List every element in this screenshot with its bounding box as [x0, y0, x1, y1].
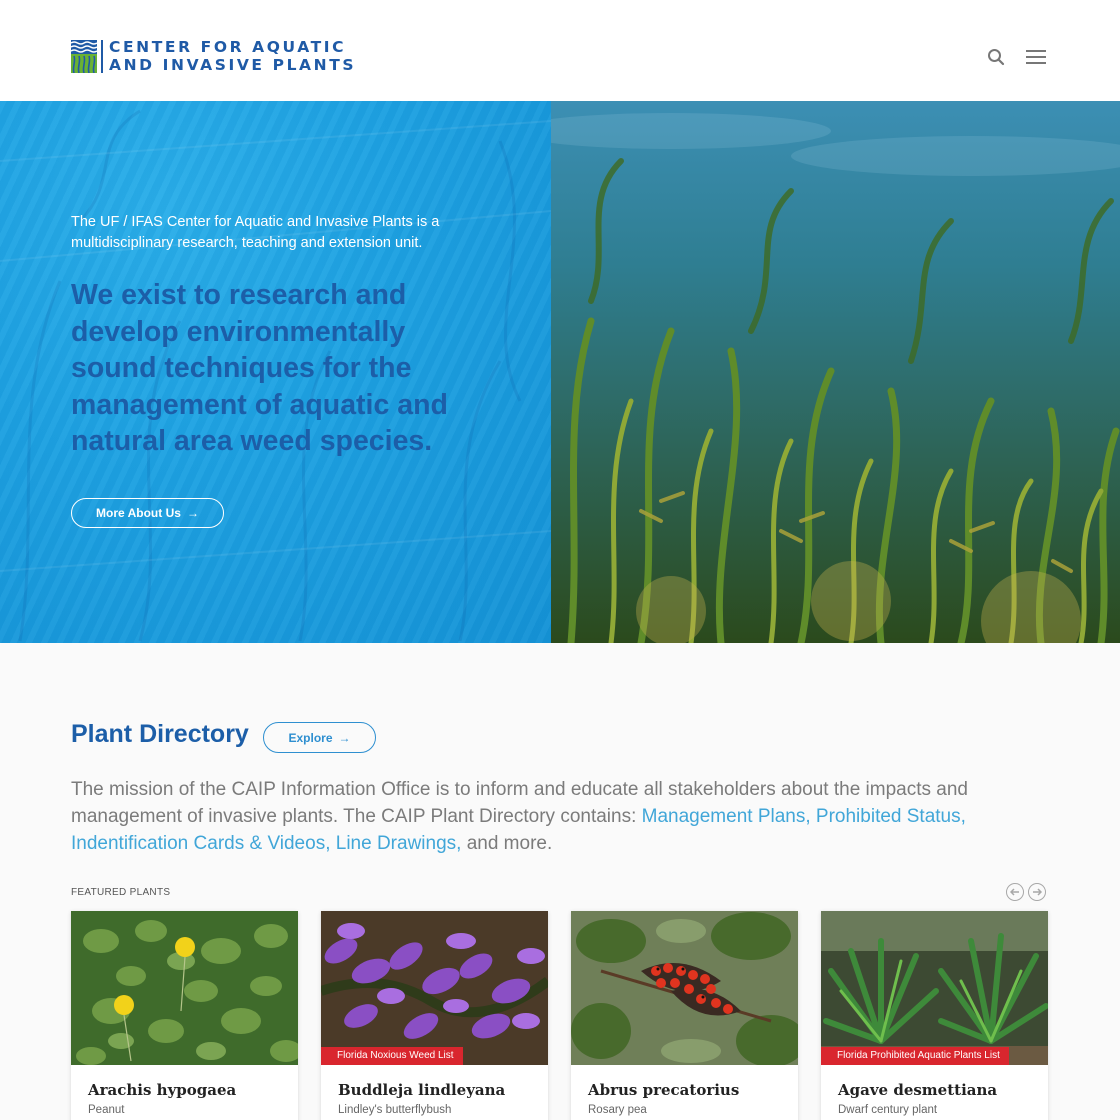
featured-plants-label: FEATURED PLANTS [71, 887, 171, 898]
arrow-left-icon [1010, 888, 1019, 896]
hero-text-panel: The UF / IFAS Center for Aquatic and Inv… [0, 101, 551, 643]
carousel-prev-button[interactable] [1006, 883, 1024, 901]
rosary-pea-image [571, 911, 798, 1065]
arrow-right-icon: → [338, 730, 351, 745]
plant-card-common-name: Rosary pea [588, 1104, 647, 1116]
logo-waves-icon [71, 39, 97, 73]
plant-card-image: Florida Prohibited Aquatic Plants List [821, 911, 1048, 1065]
plant-card-common-name: Lindley's butterflybush [338, 1104, 452, 1116]
logo-text: CENTER FOR AQUATIC AND INVASIVE PLANTS [109, 38, 356, 74]
mission-paragraph: The mission of the CAIP Information Offi… [71, 776, 971, 857]
link-identification-cards[interactable]: Indentification Cards & Videos, [71, 833, 330, 854]
plant-card[interactable]: Arachis hypogaea Peanut [71, 911, 298, 1120]
underwater-plants-illustration [551, 101, 1120, 643]
plant-card-image [571, 911, 798, 1065]
link-management-plans[interactable]: Management Plans, [642, 806, 811, 827]
plant-card-image: Florida Noxious Weed List [321, 911, 548, 1065]
more-about-us-label: More About Us [96, 506, 181, 520]
link-line-drawings[interactable]: Line Drawings, [336, 833, 462, 854]
header-actions [985, 46, 1047, 68]
hamburger-menu-icon [1026, 50, 1046, 64]
peanut-plant-image [71, 911, 298, 1065]
dwarf-century-plant-image [821, 911, 1048, 1065]
site-logo[interactable]: CENTER FOR AQUATIC AND INVASIVE PLANTS [71, 38, 356, 74]
carousel-controls [1006, 883, 1046, 901]
hero-section: The UF / IFAS Center for Aquatic and Inv… [0, 101, 1120, 643]
plant-card-title: Abrus precatorius [588, 1081, 740, 1099]
arrow-right-icon [1033, 888, 1042, 896]
plant-status-badge: Florida Prohibited Aquatic Plants List [821, 1047, 1009, 1065]
plant-card[interactable]: Florida Noxious Weed List Buddleja lindl… [321, 911, 548, 1120]
explore-label: Explore [288, 730, 333, 745]
more-about-us-button[interactable]: More About Us → [71, 498, 224, 528]
explore-button[interactable]: Explore → [263, 722, 376, 753]
plant-card-image [71, 911, 298, 1065]
menu-button[interactable] [1025, 46, 1047, 68]
plant-card-title: Agave desmettiana [838, 1081, 998, 1099]
hero-intro-text: The UF / IFAS Center for Aquatic and Inv… [71, 214, 440, 251]
logo-divider [101, 39, 103, 73]
logo-line-1: CENTER FOR AQUATIC [109, 38, 347, 56]
site-header: CENTER FOR AQUATIC AND INVASIVE PLANTS [0, 0, 1120, 101]
plant-card[interactable]: Florida Prohibited Aquatic Plants List A… [821, 911, 1048, 1120]
featured-plants-carousel: Arachis hypogaea Peanut Florida Noxious … [71, 911, 1048, 1120]
search-icon [988, 49, 1005, 66]
mission-end-text: and more. [461, 833, 553, 854]
hero-underwater-image [551, 101, 1120, 643]
carousel-next-button[interactable] [1028, 883, 1046, 901]
logo-line-2: AND INVASIVE PLANTS [109, 56, 357, 74]
link-prohibited-status[interactable]: Prohibited Status, [816, 806, 966, 827]
plant-card-title: Buddleja lindleyana [338, 1081, 506, 1099]
butterflybush-image [321, 911, 548, 1065]
plant-card-title: Arachis hypogaea [88, 1081, 237, 1099]
hero-headline: We exist to research and develop environ… [71, 279, 448, 457]
arrow-right-icon: → [186, 506, 199, 520]
plant-card[interactable]: Abrus precatorius Rosary pea [571, 911, 798, 1120]
plant-directory-title: Plant Directory [71, 720, 249, 748]
plant-status-badge: Florida Noxious Weed List [321, 1047, 463, 1065]
search-button[interactable] [985, 46, 1007, 68]
plant-card-common-name: Dwarf century plant [838, 1104, 938, 1116]
plant-card-common-name: Peanut [88, 1104, 125, 1116]
